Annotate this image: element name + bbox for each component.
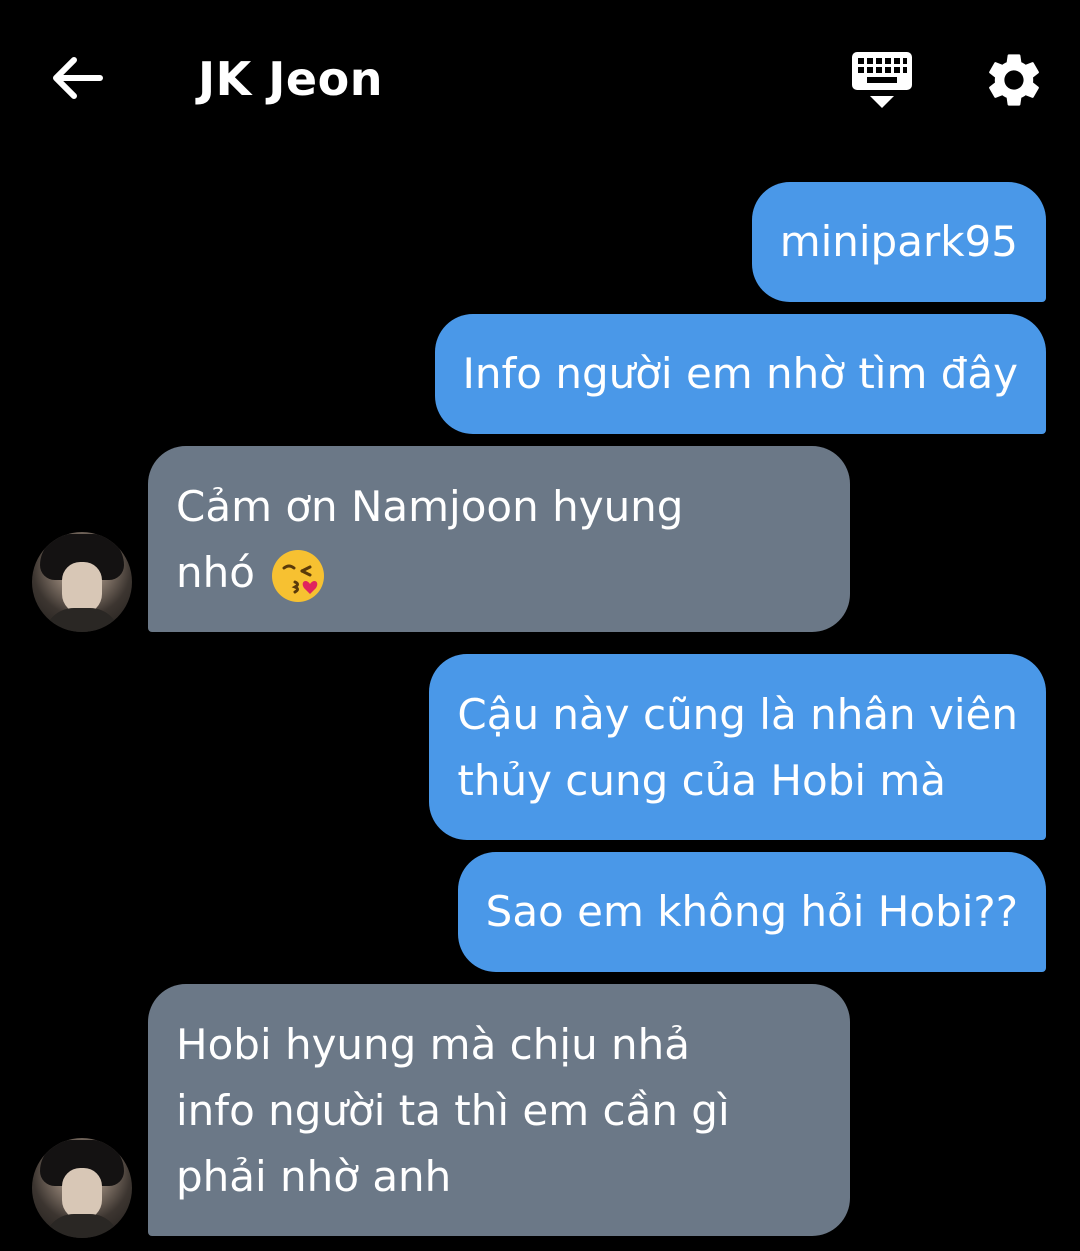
- message-text: Info người em nhờ tìm đây: [462, 349, 1019, 398]
- message-text: nhó: [176, 548, 255, 597]
- contact-name: JK Jeon: [198, 52, 383, 106]
- keyboard-toggle-button[interactable]: [848, 50, 916, 112]
- contact-avatar[interactable]: [32, 532, 132, 632]
- arrow-left-icon: [53, 57, 103, 99]
- settings-button[interactable]: [982, 48, 1046, 112]
- message-text: thủy cung của Hobi mà: [457, 756, 947, 805]
- face-blowing-kiss-icon: [272, 549, 325, 602]
- contact-avatar[interactable]: [32, 1138, 132, 1238]
- chat-header: JK Jeon: [0, 0, 1080, 160]
- message-text: phải nhờ anh: [176, 1152, 452, 1201]
- message-text: Cảm ơn Namjoon hyung: [176, 482, 684, 531]
- message-text: minipark95: [779, 217, 1018, 266]
- message-text-line-2: nhó: [176, 540, 822, 606]
- gear-icon: [989, 54, 1039, 106]
- incoming-message[interactable]: Cảm ơn Namjoon hyung nhó: [148, 446, 850, 632]
- keyboard-hide-icon: [852, 52, 912, 108]
- outgoing-message[interactable]: Cậu này cũng là nhân viên thủy cung của …: [429, 654, 1046, 840]
- outgoing-message[interactable]: Sao em không hỏi Hobi??: [457, 852, 1046, 972]
- message-text: Hobi hyung mà chịu nhả: [176, 1020, 691, 1069]
- outgoing-message[interactable]: minipark95: [751, 182, 1046, 302]
- message-text: info người ta thì em cần gì: [176, 1086, 730, 1135]
- back-button[interactable]: [44, 50, 108, 106]
- chat-screen: JK Jeon minipark95 Info người em nhờ tìm…: [0, 0, 1080, 1251]
- outgoing-message[interactable]: Info người em nhờ tìm đây: [434, 314, 1046, 434]
- message-text: Cậu này cũng là nhân viên: [457, 690, 1018, 739]
- incoming-message[interactable]: Hobi hyung mà chịu nhả info người ta thì…: [148, 984, 850, 1236]
- message-text: Sao em không hỏi Hobi??: [485, 887, 1018, 936]
